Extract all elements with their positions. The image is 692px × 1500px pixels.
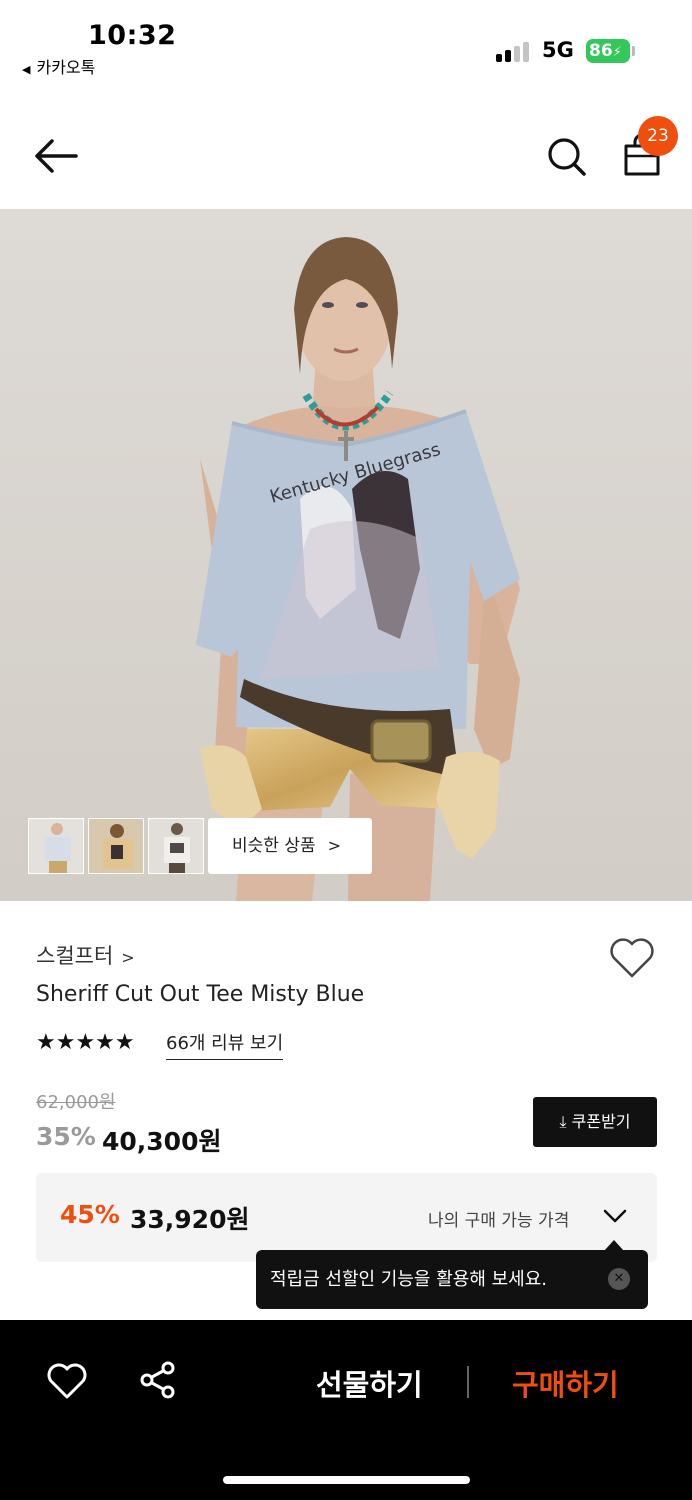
my-discount-rate: 45% xyxy=(60,1200,120,1229)
back-triangle-icon: ◀ xyxy=(22,63,31,76)
product-image[interactable]: Kentucky Bluegrass xyxy=(0,209,692,901)
similar-products-button[interactable]: 비슷한 상품 > xyxy=(208,818,372,874)
chevron-right-icon: > xyxy=(327,836,342,855)
share-icon xyxy=(140,1361,175,1399)
network-type: 5G xyxy=(542,38,574,62)
coupon-label: 쿠폰받기 xyxy=(571,1112,631,1131)
tooltip-text: 적립금 선할인 기능을 활용해 보세요. xyxy=(270,1269,548,1290)
heart-icon xyxy=(47,1363,87,1399)
thumbnail-3[interactable] xyxy=(148,818,204,874)
thumbnail-image xyxy=(89,819,143,873)
divider xyxy=(467,1366,469,1398)
top-header xyxy=(0,100,692,208)
bottom-wishlist-button[interactable] xyxy=(46,1362,88,1400)
points-tooltip: 적립금 선할인 기능을 활용해 보세요. xyxy=(256,1250,648,1309)
battery-level: 86 xyxy=(589,41,613,61)
close-icon[interactable]: ✕ xyxy=(608,1268,630,1290)
thumbnail-2[interactable] xyxy=(88,818,144,874)
battery-icon: 86⚡ xyxy=(586,39,630,63)
product-photo: Kentucky Bluegrass xyxy=(0,209,692,901)
sale-price: 40,300원 xyxy=(102,1127,222,1156)
bottom-action-bar: 선물하기 구매하기 xyxy=(0,1320,692,1500)
clock: 10:32 xyxy=(88,20,177,51)
chevron-right-icon: > xyxy=(121,948,135,967)
expand-button[interactable] xyxy=(602,1203,628,1229)
chevron-down-icon xyxy=(603,1209,627,1223)
review-link[interactable]: 66개 리뷰 보기 xyxy=(166,1029,284,1060)
similar-products-label: 비슷한 상품 xyxy=(232,836,316,856)
search-button[interactable] xyxy=(546,136,588,178)
rating-stars: ★★★★★ xyxy=(36,1030,135,1055)
search-icon xyxy=(548,138,586,176)
brand-name: 스컬프터 xyxy=(36,944,114,968)
heart-icon xyxy=(610,938,654,978)
signal-icon xyxy=(496,42,532,62)
buy-button[interactable]: 구매하기 xyxy=(512,1362,619,1404)
back-app-label: 카카오톡 xyxy=(36,58,96,77)
back-to-app-link[interactable]: ◀ 카카오톡 xyxy=(22,54,95,78)
battery-nub xyxy=(632,46,635,56)
gift-button[interactable]: 선물하기 xyxy=(316,1362,423,1404)
brand-link[interactable]: 스컬프터 > xyxy=(36,940,135,970)
thumbnail-strip xyxy=(28,818,204,874)
original-price: 62,000원 xyxy=(36,1092,116,1113)
thumbnail-1[interactable] xyxy=(28,818,84,874)
home-indicator[interactable] xyxy=(223,1476,470,1484)
discount-rate: 35% xyxy=(36,1122,96,1151)
arrow-left-icon xyxy=(35,139,78,173)
thumbnail-image xyxy=(29,819,83,873)
my-price-amount: 33,920원 xyxy=(130,1205,250,1234)
share-button[interactable] xyxy=(138,1360,178,1400)
download-icon: ⤓ xyxy=(559,1112,572,1131)
back-button[interactable] xyxy=(32,136,80,176)
thumbnail-image xyxy=(149,819,203,873)
my-price-panel[interactable]: 45% 33,920원 나의 구매 가능 가격 xyxy=(36,1173,657,1262)
my-price-label: 나의 구매 가능 가격 xyxy=(428,1211,570,1231)
product-name: Sheriff Cut Out Tee Misty Blue xyxy=(36,982,365,1007)
cart-count-badge: 23 xyxy=(638,116,678,156)
status-bar: 10:32 ◀ 카카오톡 5G 86⚡ xyxy=(0,0,692,90)
wishlist-button[interactable] xyxy=(608,936,656,980)
coupon-button[interactable]: ⤓ 쿠폰받기 xyxy=(533,1097,657,1147)
